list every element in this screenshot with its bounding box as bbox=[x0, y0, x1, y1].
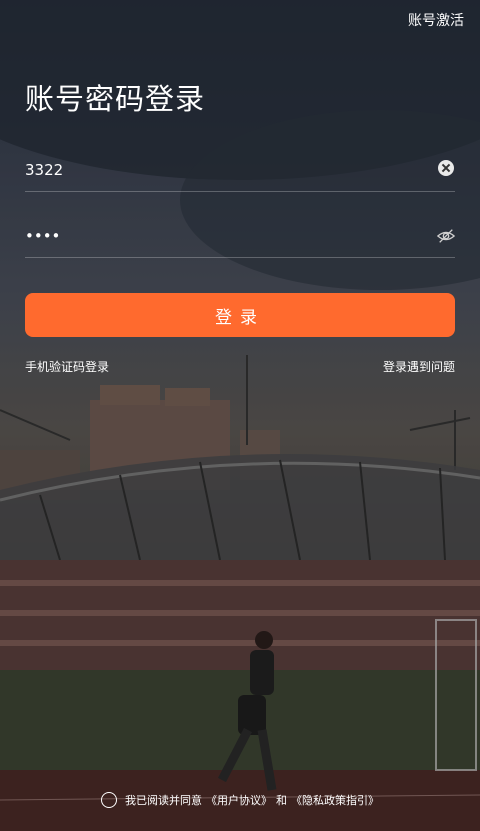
background-overlay bbox=[0, 0, 480, 831]
agreement-conjunction: 和 bbox=[276, 794, 287, 807]
login-help-link[interactable]: 登录遇到问题 bbox=[383, 358, 455, 375]
sms-login-link[interactable]: 手机验证码登录 bbox=[25, 358, 109, 375]
login-button[interactable]: 登录 bbox=[25, 293, 455, 337]
eye-off-icon[interactable] bbox=[437, 227, 455, 245]
account-input[interactable]: 3322 bbox=[25, 161, 63, 179]
agreement-radio[interactable] bbox=[101, 792, 117, 808]
clear-icon[interactable] bbox=[438, 160, 454, 176]
password-field[interactable]: •••• bbox=[25, 217, 455, 258]
user-agreement-link[interactable]: 《用户协议》 bbox=[206, 792, 272, 808]
password-input[interactable]: •••• bbox=[25, 227, 60, 245]
page-title: 账号密码登录 bbox=[25, 82, 206, 116]
account-activation-link[interactable]: 账号激活 bbox=[408, 10, 464, 30]
account-field[interactable]: 3322 bbox=[25, 151, 455, 192]
privacy-policy-link[interactable]: 《隐私政策指引》 bbox=[291, 792, 379, 808]
agreement-prefix: 我已阅读并同意 bbox=[125, 794, 202, 807]
agreement-row: 我已阅读并同意 《用户协议》 和 《隐私政策指引》 bbox=[0, 792, 480, 808]
